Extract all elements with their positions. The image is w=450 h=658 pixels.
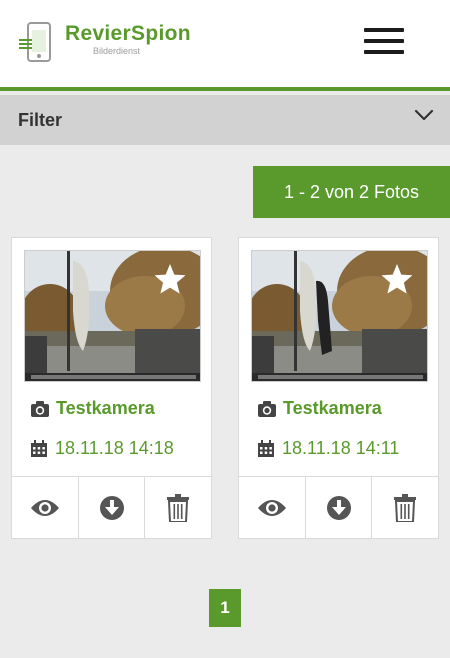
photo-thumbnail[interactable] (251, 250, 428, 382)
star-icon[interactable] (154, 263, 186, 295)
download-icon (99, 495, 124, 520)
chevron-down-icon (414, 109, 434, 121)
delete-button[interactable] (145, 477, 211, 538)
calendar-icon (31, 439, 47, 457)
eye-icon (30, 499, 59, 516)
download-button[interactable] (306, 477, 373, 538)
photo-datetime: 18.11.18 14:11 (282, 438, 400, 458)
photo-thumbnail[interactable] (24, 250, 201, 382)
photo-datetime: 18.11.18 14:18 (55, 438, 174, 458)
delete-button[interactable] (372, 477, 438, 538)
photo-card: Testkamera 18.11.18 14:18 (11, 237, 212, 539)
photo-count-badge: 1 - 2 von 2 Fotos (253, 166, 450, 218)
photo-actions (239, 476, 438, 538)
camera-icon (258, 400, 276, 417)
camera-name[interactable]: Testkamera (56, 398, 155, 419)
filter-toggle[interactable]: Filter (0, 95, 450, 145)
camera-name[interactable]: Testkamera (283, 398, 382, 419)
app-header: RevierSpion Bilderdienst (0, 0, 450, 91)
logo-phone-icon (19, 22, 51, 62)
eye-icon (257, 499, 286, 516)
logo[interactable]: RevierSpion Bilderdienst (19, 22, 191, 62)
logo-subtitle: Bilderdienst (93, 46, 141, 56)
photo-actions (12, 476, 211, 538)
trash-icon (394, 493, 417, 522)
photo-card: Testkamera 18.11.18 14:11 (238, 237, 439, 539)
camera-row: Testkamera (30, 398, 155, 419)
date-row: 18.11.18 14:18 (30, 438, 174, 459)
logo-title: RevierSpion (65, 22, 191, 45)
camera-icon (31, 400, 49, 417)
camera-row: Testkamera (257, 398, 382, 419)
view-button[interactable] (239, 477, 306, 538)
pagination-page-current[interactable]: 1 (209, 589, 241, 627)
view-button[interactable] (12, 477, 79, 538)
star-icon[interactable] (381, 263, 413, 295)
download-button[interactable] (79, 477, 146, 538)
trash-icon (167, 493, 190, 522)
hamburger-menu-icon[interactable] (364, 28, 404, 54)
filter-label: Filter (18, 110, 63, 130)
date-row: 18.11.18 14:11 (257, 438, 399, 459)
download-icon (326, 495, 351, 520)
calendar-icon (258, 439, 274, 457)
